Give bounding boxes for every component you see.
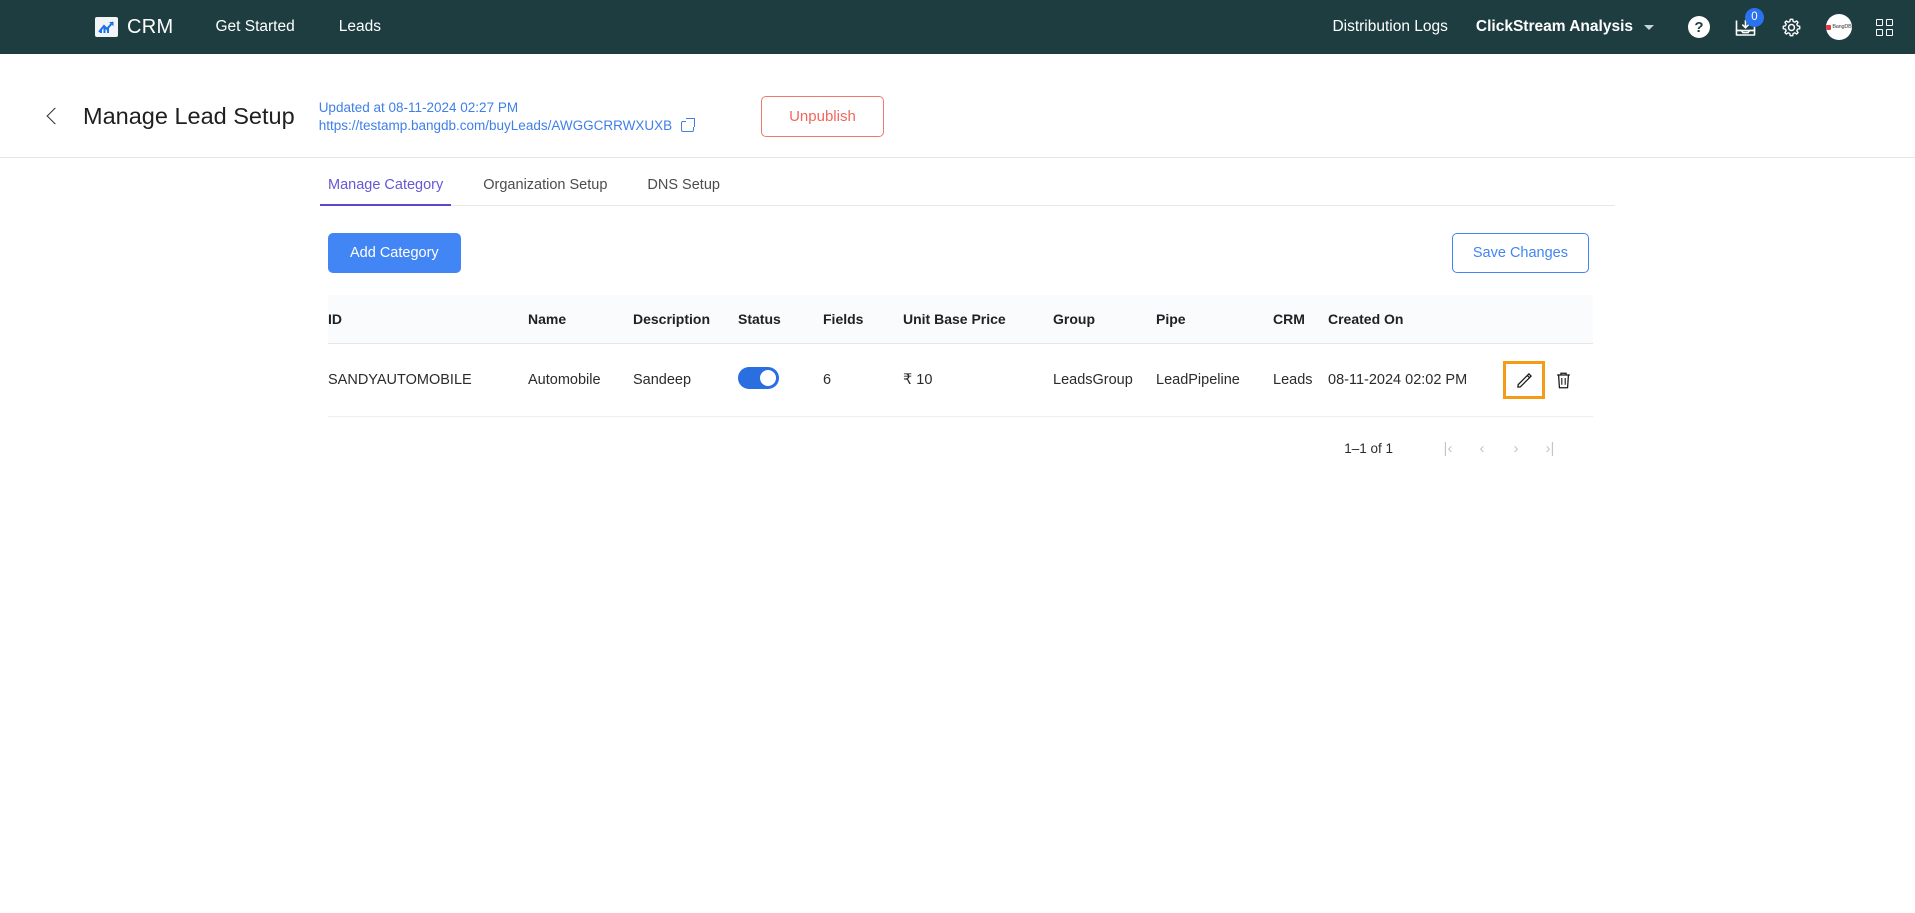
pencil-edit-icon [1516,372,1532,388]
column-header-status[interactable]: Status [738,295,823,344]
public-url-link[interactable]: https://testamp.bangdb.com/buyLeads/AWGG… [319,118,672,133]
apps-button[interactable] [1876,18,1893,36]
column-header-crm[interactable]: CRM [1273,295,1328,344]
page-title: Manage Lead Setup [83,103,295,129]
avatar-mark-icon [1826,24,1832,30]
cell-pipe: LeadPipeline [1156,343,1273,417]
tab-bar: Manage Category Organization Setup DNS S… [319,158,1615,206]
toggle-knob [759,370,776,386]
avatar: BangDB [1826,14,1852,40]
column-header-id[interactable]: ID [328,295,528,344]
cell-fields: 6 [823,343,903,417]
column-header-description[interactable]: Description [633,295,738,344]
top-navbar: CRM Get Started Leads Distribution Logs … [0,0,1915,54]
apps-grid-icon [1876,18,1893,36]
column-header-pipe[interactable]: Pipe [1156,295,1273,344]
cell-created-on: 08-11-2024 02:02 PM [1328,343,1503,417]
avatar-label: BangDB [1832,24,1852,30]
inbox-badge-count: 0 [1745,7,1764,27]
status-toggle[interactable] [738,367,779,389]
nav-link-leads[interactable]: Leads [339,18,381,36]
table-row[interactable]: SANDYAUTOMOBILE Automobile Sandeep 6 ₹ 1… [328,343,1593,417]
nav-link-get-started[interactable]: Get Started [215,18,294,36]
nav-link-distribution-logs[interactable]: Distribution Logs [1332,18,1447,36]
back-chevron-icon[interactable] [40,104,66,130]
user-avatar-button[interactable]: BangDB [1826,14,1852,40]
page-meta: Updated at 08-11-2024 02:27 PM https://t… [318,100,696,133]
next-page-button[interactable]: › [1499,434,1533,462]
table-header-row: ID Name Description Status Fields Unit B… [328,295,1593,344]
brand-logo-link[interactable]: CRM [95,16,173,39]
edit-button[interactable] [1503,361,1545,399]
actions-toolbar: Add Category Save Changes [328,233,1589,273]
pagination-bar: 1–1 of 1 |‹ ‹ › ›| [328,434,1589,462]
pagination-range: 1–1 of 1 [1344,440,1393,456]
page-header: Manage Lead Setup Updated at 08-11-2024 … [0,54,1915,157]
column-header-fields[interactable]: Fields [823,295,903,344]
external-link-icon[interactable] [681,118,696,132]
unpublish-button[interactable]: Unpublish [761,96,884,137]
brand-name: CRM [127,15,174,38]
gear-icon [1782,18,1801,36]
help-button[interactable]: ? [1688,16,1710,38]
last-page-button[interactable]: ›| [1533,434,1567,462]
add-category-button[interactable]: Add Category [328,233,461,273]
cell-unit-base-price: ₹ 10 [903,343,1053,417]
row-actions [1503,361,1593,399]
first-page-button[interactable]: |‹ [1431,434,1465,462]
public-url-row: https://testamp.bangdb.com/buyLeads/AWGG… [319,118,696,133]
cell-status [738,343,823,417]
cell-id: SANDYAUTOMOBILE [328,343,528,417]
settings-button[interactable] [1781,17,1802,38]
tab-manage-category[interactable]: Manage Category [319,177,452,206]
inbox-button[interactable]: 0 [1734,7,1764,38]
trash-delete-icon [1556,372,1570,388]
column-header-unit-base-price[interactable]: Unit Base Price [903,295,1053,344]
chart-arrow-icon [95,17,118,37]
cell-group: LeadsGroup [1053,343,1156,417]
navbar-right-group: Distribution Logs ClickStream Analysis ?… [1332,7,1893,40]
updated-timestamp: Updated at 08-11-2024 02:27 PM [318,100,519,115]
column-header-created-on[interactable]: Created On [1328,295,1503,344]
chevron-down-icon[interactable] [1644,24,1654,30]
cell-description: Sandeep [633,343,738,417]
tab-dns-setup[interactable]: DNS Setup [647,177,720,205]
prev-page-button[interactable]: ‹ [1465,434,1499,462]
cell-name: Automobile [528,343,633,417]
help-icon: ? [1688,16,1710,38]
column-header-name[interactable]: Name [528,295,633,344]
clickstream-analysis-dropdown[interactable]: ClickStream Analysis [1476,18,1633,36]
save-changes-button[interactable]: Save Changes [1451,233,1589,273]
cell-actions [1503,343,1593,417]
tab-organization-setup[interactable]: Organization Setup [483,177,607,205]
column-header-group[interactable]: Group [1053,295,1156,344]
cell-crm: Leads [1273,343,1328,417]
delete-button[interactable] [1552,369,1574,391]
table-body: SANDYAUTOMOBILE Automobile Sandeep 6 ₹ 1… [328,343,1593,417]
category-table: ID Name Description Status Fields Unit B… [328,295,1593,417]
table-header: ID Name Description Status Fields Unit B… [328,295,1593,344]
main-content: Manage Category Organization Setup DNS S… [0,158,1915,462]
column-header-actions [1503,295,1593,344]
